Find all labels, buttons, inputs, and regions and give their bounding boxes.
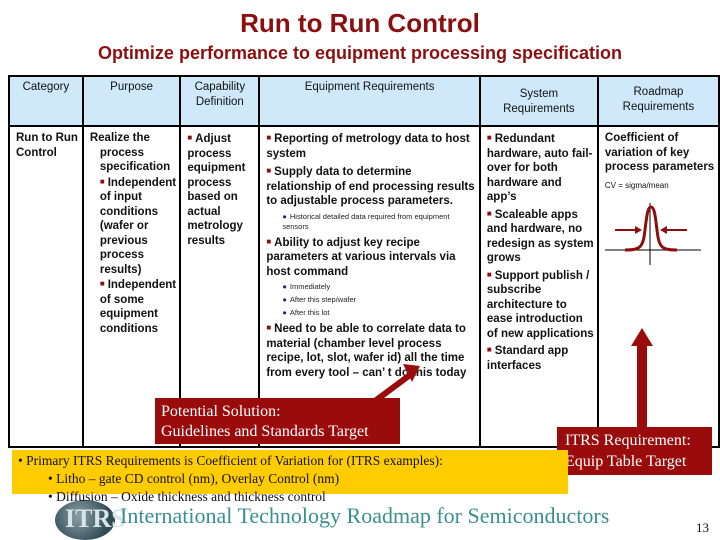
bullet-icon: ■ [266,236,272,246]
note-line: • Diffusion – Oxide thickness and thickn… [48,489,326,504]
roadmap-text: Coefficient of variation of key process … [604,132,715,173]
potential-solution-callout: Potential Solution: Guidelines and Stand… [155,398,400,444]
equipment-item: ■ Need to be able to correlate data to ma… [266,323,467,379]
dot-icon: ● [282,295,287,304]
bullet-icon: ■ [486,345,492,354]
equipment-item: ■ Ability to adjust key recipe parameters… [266,236,456,278]
slide-subtitle: Optimize performance to equipment proces… [97,43,623,63]
bullet-icon: ■ [99,176,105,186]
equipment-item: ■ Supply data to determine relationship o… [266,166,475,207]
system-item: ■ Support publish / subscribe architectur… [486,269,594,340]
system-item: ■ Scaleable apps and hardware, no redesig… [486,208,594,265]
dot-icon: ● [282,308,287,317]
equipment-subitem: ● After this step/wafer [282,295,357,304]
table-header-row: Category Purpose Capability Definition E… [8,75,720,127]
purpose-lead: Realize the process specification [89,132,171,173]
dot-icon: ● [282,211,287,221]
right-arrow-head [659,226,667,234]
header-purpose: Purpose [81,75,182,127]
slide-title: Run to Run Control [240,8,480,38]
itrs-requirement-callout: ITRS Requirement: Equip Table Target [557,427,712,475]
cv-formula: CV = sigma/mean [604,180,669,190]
distribution-curve-icon [604,203,701,265]
header-category: Category [8,75,84,127]
cell-roadmap: Coefficient of variation of key process … [596,125,720,448]
purpose-bullet: ■ Independent of some equipment condition… [99,279,177,335]
capability-bullet: ■ Adjust process equipment process based … [187,133,246,247]
header-system: System Requirements [478,75,599,127]
bullet-icon: ■ [266,133,272,142]
equipment-subitem: ● Historical detailed data required from … [282,211,450,231]
bullet-icon: ■ [99,279,105,288]
equipment-item: ■ Reporting of metrology data to host sys… [266,133,470,160]
system-item: ■ Standard app interfaces [486,345,569,372]
header-capability: Capability Definition [179,75,261,127]
bell-curve [624,205,677,252]
purpose-bullet: ■ Independent of input conditions (wafer … [99,176,177,276]
itrs-logo: ITRS [55,500,126,540]
equipment-subitem: ● After this lot [282,308,330,317]
bullet-icon: ■ [187,133,193,142]
left-arrow-head [634,226,642,234]
note-line: • Litho – gate CD control (nm), Overlay … [48,471,340,486]
footer-org-name: International Technology Roadmap for Sem… [120,503,610,528]
note-line: • Primary ITRS Requirements is Coefficie… [18,453,443,468]
bullet-icon: ■ [486,269,492,279]
equipment-subitem: ● Immediately [282,282,331,291]
cell-system: ■ Redundant hardware, auto fail-over for … [478,125,599,448]
requirements-table: Category Purpose Capability Definition E… [8,75,720,448]
header-equipment: Equipment Requirements [258,75,481,127]
cell-category: Run to Run Control [8,125,84,448]
bullet-icon: ■ [486,133,492,142]
bullet-icon: ■ [266,166,272,175]
header-roadmap: Roadmap Requirements [596,75,720,127]
bullet-icon: ■ [266,323,272,332]
system-item: ■ Redundant hardware, auto fail-over for … [486,133,593,203]
bullet-icon: ■ [486,208,492,218]
page-number: 13 [696,520,709,535]
itrs-note-box: • Primary ITRS Requirements is Coefficie… [12,450,568,504]
dot-icon: ● [282,282,287,291]
